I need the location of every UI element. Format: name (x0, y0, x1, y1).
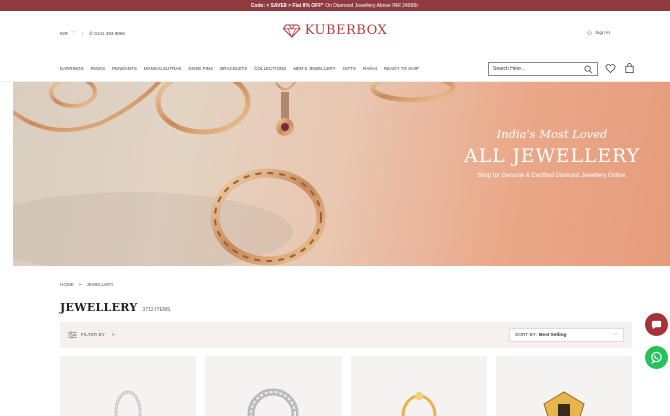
sort-select[interactable]: SORT BY: Best Selling ﹀ (509, 328, 624, 342)
breadcrumb: HOME > JEWELLERY (60, 282, 114, 287)
nav-item-bracelets[interactable]: BRACELETS (220, 66, 247, 71)
header-divider: | (81, 31, 84, 36)
breadcrumb-home[interactable]: HOME (60, 282, 74, 287)
nav-menu: EARRINGS RINGS PENDANTS MANGALSUTRAS NOSE PI… (60, 66, 419, 71)
hero-text: India's Most Loved ALL JEWELLERY Shop fo… (442, 127, 662, 179)
breadcrumb-current: JEWELLERY (86, 282, 114, 287)
brand-name: KUBERBOX (304, 23, 388, 38)
nav-item-rings[interactable]: RINGS (91, 66, 105, 71)
product-card[interactable] (205, 356, 342, 416)
hero-subtitle: India's Most Loved (496, 127, 608, 141)
phone-icon: ✆ (89, 30, 93, 36)
gold-ring-icon (401, 392, 437, 416)
nav-item-men-s-jewellery[interactable]: MEN'S JEWELLERY (293, 66, 335, 71)
promo-banner[interactable]: Code: < SAVE8 > Flat 8% OFF* On Diamond … (0, 0, 670, 11)
chevron-down-icon: ﹀ (70, 31, 76, 37)
filter-by-button[interactable]: FILTER BY > (68, 331, 115, 339)
heart-icon[interactable] (605, 63, 616, 74)
nav-item-collections[interactable]: COLLECTIONS (254, 66, 286, 71)
sort-text: SORT BY: Best Selling (515, 333, 566, 338)
silver-diamond-hoop-icon (247, 388, 299, 416)
nav-icons (605, 63, 635, 74)
main-nav: EARRINGS RINGS PENDANTS MANGALSUTRAS NOSE PI… (0, 56, 670, 82)
hero-description: Shop for Genuine & Certified Diamond Jew… (477, 173, 627, 179)
product-card[interactable] (495, 356, 632, 416)
item-count: 3712 ITEMS (142, 307, 171, 313)
nav-item-gifts[interactable]: GIFTS (343, 66, 356, 71)
currency-label: INR (60, 31, 68, 36)
gold-pendant-icon (543, 391, 585, 416)
search-box[interactable]: Search Here... (488, 62, 598, 76)
chat-bubble-icon (651, 320, 662, 330)
phone-number: 0141 493 8866 (94, 30, 125, 36)
listing-header: JEWELLERY 3712 ITEMS (60, 301, 170, 314)
sign-in-label: Sign In (595, 31, 610, 36)
promo-text: On Diamond Jewellery Above INR 24999/- (325, 2, 420, 9)
search-input[interactable]: Search Here... (493, 66, 525, 72)
product-card[interactable] (350, 356, 487, 416)
shopping-bag-icon[interactable] (624, 63, 635, 74)
filter-bar: FILTER BY > SORT BY: Best Selling ﹀ (60, 322, 632, 348)
nav-item-mangalsutras[interactable]: MANGALSUTRAS (144, 66, 182, 71)
nav-item-pendants[interactable]: PENDANTS (112, 66, 137, 71)
sign-in-link[interactable]: ⚇ Sign In (587, 30, 610, 37)
page-title: JEWELLERY (60, 301, 138, 314)
product-card[interactable] (60, 356, 197, 416)
chat-button[interactable] (645, 313, 668, 336)
site-header: INR ﹀ | ✆ 0141 493 8866 KUBERBOX ⚇ Sign I… (0, 11, 670, 56)
promo-code: Code: < SAVE8 > Flat 8% OFF* (250, 2, 324, 9)
hero-title: ALL JEWELLERY (464, 145, 640, 167)
chevron-right-icon: > (111, 332, 115, 338)
filter-by-label: FILTER BY (81, 332, 105, 338)
phone-link[interactable]: ✆ 0141 493 8866 (89, 31, 125, 37)
diamond-logo-icon (282, 23, 301, 38)
brand-logo[interactable]: KUBERBOX (282, 23, 388, 38)
nav-item-rakhi[interactable]: RAKHI (363, 66, 377, 71)
whatsapp-button[interactable] (645, 346, 668, 369)
chevron-down-icon: ﹀ (613, 333, 618, 339)
currency-selector[interactable]: INR ﹀ (60, 30, 76, 37)
product-grid (60, 356, 632, 416)
user-icon: ⚇ (586, 31, 593, 37)
silver-hoop-earring-icon (114, 390, 142, 416)
whatsapp-icon (651, 351, 662, 364)
nav-item-nose-pins[interactable]: NOSE PINS (188, 66, 213, 71)
breadcrumb-separator: > (78, 282, 82, 287)
hero-banner[interactable]: India's Most Loved ALL JEWELLERY Shop fo… (13, 82, 670, 266)
search-icon[interactable] (584, 65, 593, 74)
sliders-icon (68, 331, 77, 339)
header-left: INR ﹀ | ✆ 0141 493 8866 (60, 30, 125, 38)
nav-item-earrings[interactable]: EARRINGS (60, 66, 84, 71)
nav-item-ready-to-ship[interactable]: READY TO SHIP (384, 66, 419, 71)
sort-label: SORT BY: (515, 332, 537, 338)
sort-value: Best Selling (538, 332, 567, 338)
